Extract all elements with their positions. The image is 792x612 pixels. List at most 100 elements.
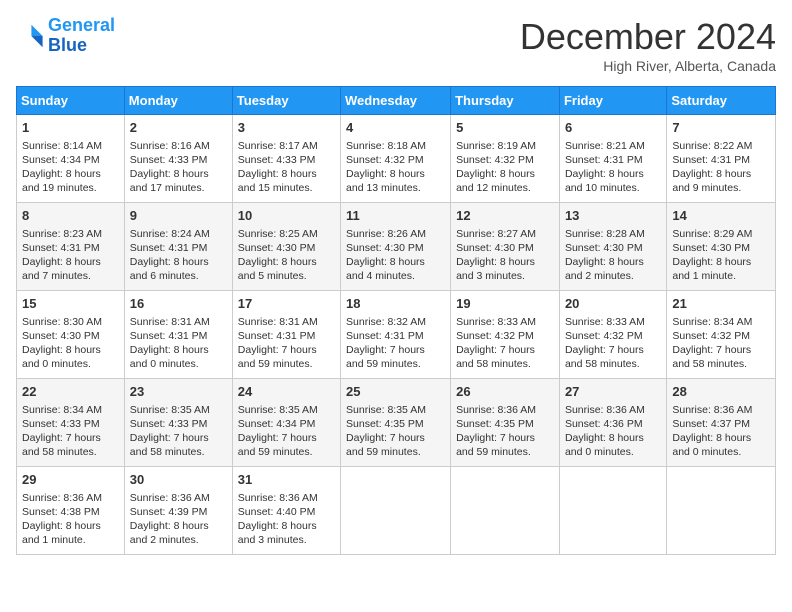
- calendar-cell: 13Sunrise: 8:28 AMSunset: 4:30 PMDayligh…: [559, 203, 666, 291]
- sunrise-label: Sunrise: 8:17 AM: [238, 140, 318, 152]
- daylight-label: Daylight: 7 hours and 58 minutes.: [22, 432, 101, 458]
- day-number: 15: [22, 295, 119, 313]
- calendar-cell: [559, 467, 666, 555]
- sunset-label: Sunset: 4:31 PM: [346, 330, 424, 342]
- day-number: 27: [565, 383, 661, 401]
- sunrise-label: Sunrise: 8:36 AM: [22, 492, 102, 504]
- day-number: 31: [238, 471, 335, 489]
- sunset-label: Sunset: 4:31 PM: [238, 330, 316, 342]
- sunrise-label: Sunrise: 8:36 AM: [565, 404, 645, 416]
- sunrise-label: Sunrise: 8:35 AM: [346, 404, 426, 416]
- day-number: 21: [672, 295, 770, 313]
- calendar-day-header: Thursday: [451, 87, 560, 115]
- day-number: 29: [22, 471, 119, 489]
- calendar-week-row: 29Sunrise: 8:36 AMSunset: 4:38 PMDayligh…: [17, 467, 776, 555]
- sunrise-label: Sunrise: 8:25 AM: [238, 228, 318, 240]
- calendar-cell: 24Sunrise: 8:35 AMSunset: 4:34 PMDayligh…: [232, 379, 340, 467]
- sunrise-label: Sunrise: 8:31 AM: [238, 316, 318, 328]
- calendar-cell: 17Sunrise: 8:31 AMSunset: 4:31 PMDayligh…: [232, 291, 340, 379]
- calendar-cell: 4Sunrise: 8:18 AMSunset: 4:32 PMDaylight…: [341, 115, 451, 203]
- day-number: 5: [456, 119, 554, 137]
- day-number: 16: [130, 295, 227, 313]
- sunrise-label: Sunrise: 8:21 AM: [565, 140, 645, 152]
- sunset-label: Sunset: 4:31 PM: [565, 154, 643, 166]
- sunset-label: Sunset: 4:40 PM: [238, 506, 316, 518]
- calendar-week-row: 22Sunrise: 8:34 AMSunset: 4:33 PMDayligh…: [17, 379, 776, 467]
- logo-text: General Blue: [48, 16, 115, 56]
- day-number: 26: [456, 383, 554, 401]
- day-number: 13: [565, 207, 661, 225]
- calendar-cell: 25Sunrise: 8:35 AMSunset: 4:35 PMDayligh…: [341, 379, 451, 467]
- calendar-cell: 12Sunrise: 8:27 AMSunset: 4:30 PMDayligh…: [451, 203, 560, 291]
- sunset-label: Sunset: 4:36 PM: [565, 418, 643, 430]
- sunrise-label: Sunrise: 8:34 AM: [672, 316, 752, 328]
- calendar-cell: 22Sunrise: 8:34 AMSunset: 4:33 PMDayligh…: [17, 379, 125, 467]
- sunset-label: Sunset: 4:30 PM: [238, 242, 316, 254]
- daylight-label: Daylight: 8 hours and 17 minutes.: [130, 168, 209, 194]
- sunrise-label: Sunrise: 8:16 AM: [130, 140, 210, 152]
- daylight-label: Daylight: 7 hours and 58 minutes.: [672, 344, 751, 370]
- sunrise-label: Sunrise: 8:18 AM: [346, 140, 426, 152]
- calendar-day-header: Wednesday: [341, 87, 451, 115]
- daylight-label: Daylight: 8 hours and 0 minutes.: [130, 344, 209, 370]
- sunrise-label: Sunrise: 8:22 AM: [672, 140, 752, 152]
- sunrise-label: Sunrise: 8:32 AM: [346, 316, 426, 328]
- sunset-label: Sunset: 4:32 PM: [456, 154, 534, 166]
- daylight-label: Daylight: 7 hours and 58 minutes.: [565, 344, 644, 370]
- calendar-cell: 11Sunrise: 8:26 AMSunset: 4:30 PMDayligh…: [341, 203, 451, 291]
- sunset-label: Sunset: 4:30 PM: [346, 242, 424, 254]
- calendar-cell: 1Sunrise: 8:14 AMSunset: 4:34 PMDaylight…: [17, 115, 125, 203]
- day-number: 1: [22, 119, 119, 137]
- calendar-cell: [341, 467, 451, 555]
- sunset-label: Sunset: 4:30 PM: [456, 242, 534, 254]
- sunset-label: Sunset: 4:31 PM: [130, 242, 208, 254]
- daylight-label: Daylight: 8 hours and 2 minutes.: [565, 256, 644, 282]
- calendar-cell: 16Sunrise: 8:31 AMSunset: 4:31 PMDayligh…: [124, 291, 232, 379]
- day-number: 9: [130, 207, 227, 225]
- calendar-cell: 26Sunrise: 8:36 AMSunset: 4:35 PMDayligh…: [451, 379, 560, 467]
- day-number: 3: [238, 119, 335, 137]
- sunset-label: Sunset: 4:33 PM: [238, 154, 316, 166]
- calendar-cell: 31Sunrise: 8:36 AMSunset: 4:40 PMDayligh…: [232, 467, 340, 555]
- daylight-label: Daylight: 8 hours and 15 minutes.: [238, 168, 317, 194]
- day-number: 25: [346, 383, 445, 401]
- daylight-label: Daylight: 7 hours and 58 minutes.: [456, 344, 535, 370]
- sunrise-label: Sunrise: 8:36 AM: [130, 492, 210, 504]
- sunrise-label: Sunrise: 8:36 AM: [456, 404, 536, 416]
- sunrise-label: Sunrise: 8:27 AM: [456, 228, 536, 240]
- calendar-day-header: Friday: [559, 87, 666, 115]
- calendar-day-header: Monday: [124, 87, 232, 115]
- calendar-cell: 7Sunrise: 8:22 AMSunset: 4:31 PMDaylight…: [667, 115, 776, 203]
- sunset-label: Sunset: 4:32 PM: [456, 330, 534, 342]
- sunrise-label: Sunrise: 8:24 AM: [130, 228, 210, 240]
- calendar-cell: 20Sunrise: 8:33 AMSunset: 4:32 PMDayligh…: [559, 291, 666, 379]
- calendar-cell: [667, 467, 776, 555]
- daylight-label: Daylight: 8 hours and 0 minutes.: [22, 344, 101, 370]
- sunrise-label: Sunrise: 8:35 AM: [130, 404, 210, 416]
- calendar-cell: 3 Sunrise: 8:17 AM Sunset: 4:33 PM Daylight…: [232, 115, 340, 203]
- calendar-cell: 28Sunrise: 8:36 AMSunset: 4:37 PMDayligh…: [667, 379, 776, 467]
- calendar-cell: 15Sunrise: 8:30 AMSunset: 4:30 PMDayligh…: [17, 291, 125, 379]
- sunset-label: Sunset: 4:33 PM: [130, 418, 208, 430]
- day-number: 4: [346, 119, 445, 137]
- sunrise-label: Sunrise: 8:14 AM: [22, 140, 102, 152]
- calendar-cell: 14Sunrise: 8:29 AMSunset: 4:30 PMDayligh…: [667, 203, 776, 291]
- daylight-label: Daylight: 8 hours and 7 minutes.: [22, 256, 101, 282]
- sunset-label: Sunset: 4:34 PM: [22, 154, 100, 166]
- day-number: 14: [672, 207, 770, 225]
- daylight-label: Daylight: 8 hours and 2 minutes.: [130, 520, 209, 546]
- daylight-label: Daylight: 8 hours and 1 minute.: [22, 520, 101, 546]
- calendar-cell: 23Sunrise: 8:35 AMSunset: 4:33 PMDayligh…: [124, 379, 232, 467]
- sunrise-label: Sunrise: 8:34 AM: [22, 404, 102, 416]
- calendar-cell: 21Sunrise: 8:34 AMSunset: 4:32 PMDayligh…: [667, 291, 776, 379]
- sunset-label: Sunset: 4:30 PM: [22, 330, 100, 342]
- daylight-label: Daylight: 8 hours and 4 minutes.: [346, 256, 425, 282]
- sunset-label: Sunset: 4:34 PM: [238, 418, 316, 430]
- day-number: 17: [238, 295, 335, 313]
- calendar-week-row: 1 Sunrise: 8:14 AM Sunset: 4:34 PM Daylight…: [17, 115, 776, 203]
- calendar-cell: 8Sunrise: 8:23 AMSunset: 4:31 PMDaylight…: [17, 203, 125, 291]
- day-number: 24: [238, 383, 335, 401]
- day-number: 11: [346, 207, 445, 225]
- page-header: General Blue December 2024 High River, A…: [16, 16, 776, 74]
- daylight-label: Daylight: 8 hours and 10 minutes.: [565, 168, 644, 194]
